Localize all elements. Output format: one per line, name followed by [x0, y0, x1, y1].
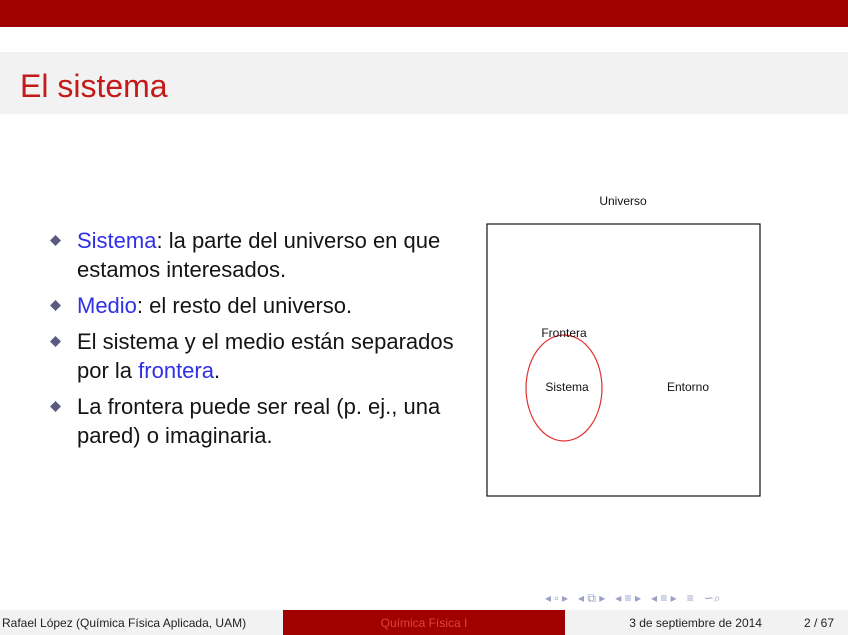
- footer-right: 3 de septiembre de 2014 2 / 67: [565, 610, 848, 635]
- footer-course: Química Física I: [283, 610, 565, 635]
- universe-label: Universo: [599, 194, 647, 208]
- nav-first-icon[interactable]: ◂ ▫ ▸: [545, 591, 568, 605]
- navigation-controls: ◂ ▫ ▸ ◂ ⧉ ▸ ◂ ≡ ▸ ◂ ≡ ▸ ≡ ∽⌕: [545, 590, 843, 606]
- top-header-bar: [0, 0, 848, 27]
- system-label: Sistema: [545, 380, 589, 394]
- bullet-icon: [50, 401, 61, 412]
- surroundings-label: Entorno: [667, 380, 709, 394]
- footer-date: 3 de septiembre de 2014: [629, 615, 762, 630]
- footer-page-number: 2 / 67: [803, 615, 834, 630]
- system-diagram: Universo Frontera Sistema Entorno: [486, 194, 761, 497]
- term-sistema: Sistema: [77, 228, 157, 253]
- term-frontera: frontera: [138, 358, 214, 383]
- footer-author: Rafael López (Química Física Aplicada, U…: [0, 610, 283, 635]
- bullet-text: La frontera puede ser real (p. ej., una …: [77, 394, 441, 448]
- universe-box: [486, 223, 761, 497]
- slide-title: El sistema: [20, 68, 168, 104]
- footer: Rafael López (Química Física Aplicada, U…: [0, 610, 848, 635]
- bullet-text: .: [213, 358, 221, 383]
- bullet-item-medio: Medio: el resto del universo.: [50, 291, 460, 320]
- bullet-icon: [50, 336, 61, 347]
- bullet-icon: [50, 300, 61, 311]
- bullet-item-real: La frontera puede ser real (p. ej., una …: [50, 392, 460, 450]
- nav-prev-section-icon[interactable]: ◂ ≡ ▸: [615, 591, 641, 605]
- nav-align-icon[interactable]: ≡: [687, 591, 694, 605]
- bullet-item-frontera: El sistema y el medio están separados po…: [50, 327, 460, 385]
- nav-search-icon[interactable]: ∽⌕: [704, 591, 721, 606]
- term-medio: Medio: [77, 293, 137, 318]
- nav-prev-frame-icon[interactable]: ◂ ⧉ ▸: [578, 591, 605, 606]
- nav-next-section-icon[interactable]: ◂ ≡ ▸: [651, 591, 677, 605]
- bullet-icon: [50, 235, 61, 246]
- bullet-text: El sistema y el medio están separados po…: [77, 329, 454, 383]
- bullet-text: : el resto del universo.: [136, 293, 353, 318]
- bullet-item-sistema: Sistema: la parte del universo en que es…: [50, 226, 460, 284]
- boundary-label: Frontera: [541, 326, 587, 340]
- bullet-list: Sistema: la parte del universo en que es…: [50, 226, 460, 457]
